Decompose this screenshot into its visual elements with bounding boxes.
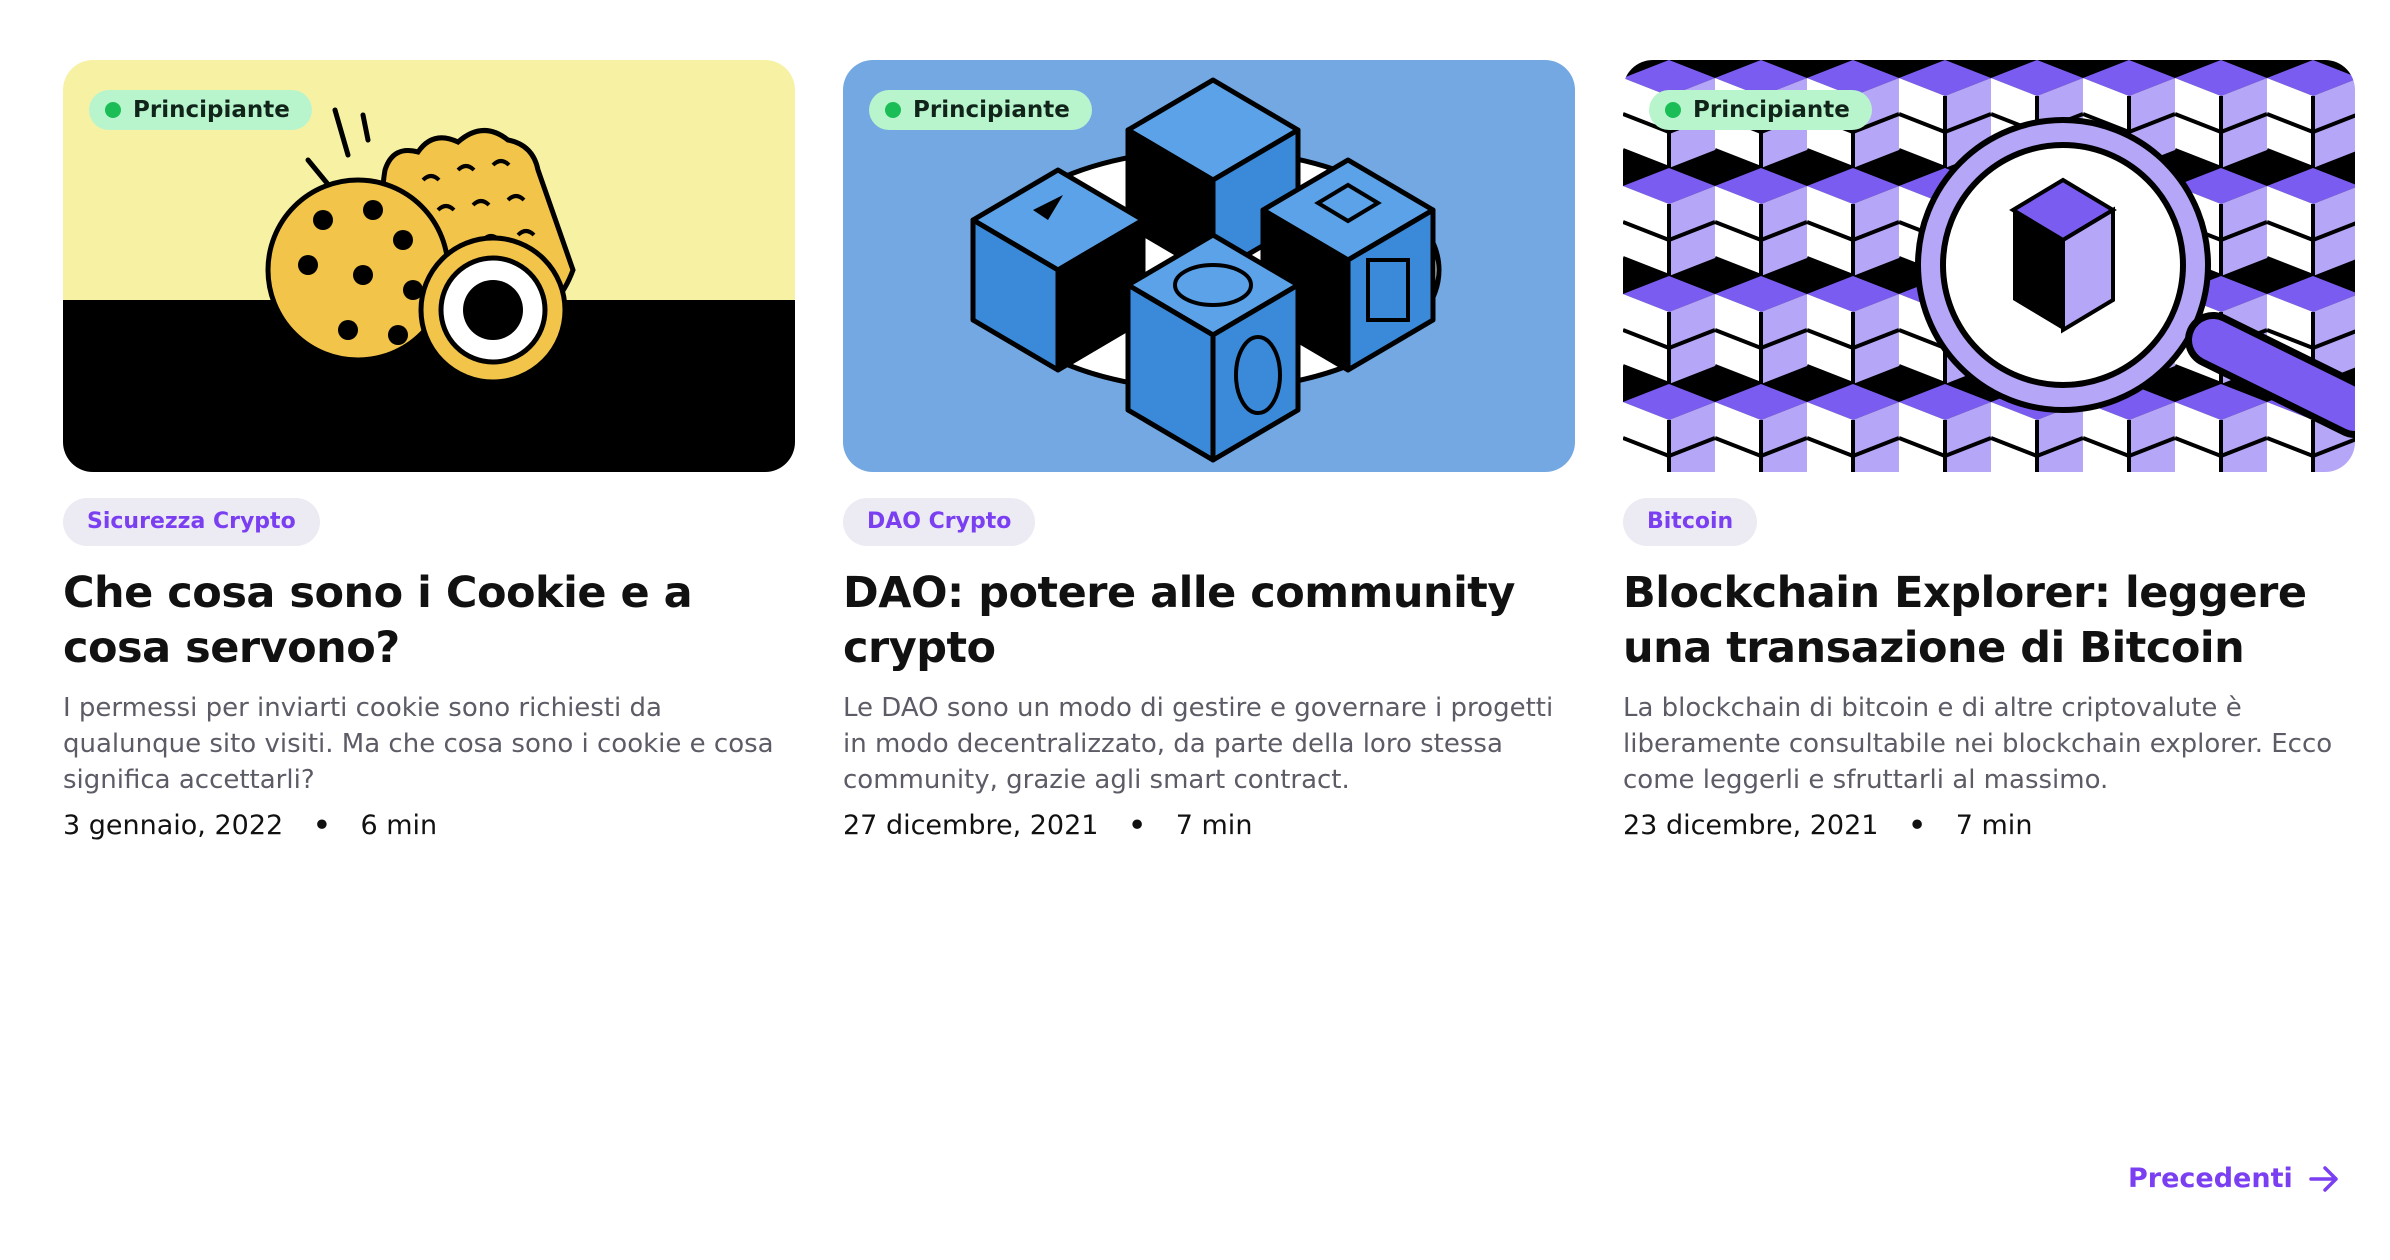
article-description: Le DAO sono un modo di gestire e governa… — [843, 693, 1554, 795]
article-description: I permessi per inviarti cookie sono rich… — [63, 693, 774, 795]
article-thumbnail[interactable]: Principiante — [1623, 60, 2355, 472]
arrow-right-icon — [2309, 1165, 2338, 1192]
level-label: Principiante — [133, 97, 290, 123]
article-title[interactable]: DAO: potere alle community crypto — [843, 566, 1575, 676]
article-thumbnail[interactable]: Principiante — [843, 60, 1575, 472]
level-dot-icon — [105, 102, 121, 118]
read-time: 6 min — [360, 810, 438, 841]
article-description: La blockchain di bitcoin e di altre crip… — [1623, 693, 2333, 795]
category-tag[interactable]: Bitcoin — [1623, 498, 1758, 546]
level-dot-icon — [885, 102, 901, 118]
article-grid: Principiante Sicurezza Crypto Che cosa s… — [63, 60, 2355, 841]
meta-separator: • — [313, 810, 331, 841]
meta-separator: • — [1908, 810, 1926, 841]
article-title[interactable]: Blockchain Explorer: leggere una transaz… — [1623, 566, 2355, 676]
level-badge: Principiante — [89, 90, 312, 130]
read-time: 7 min — [1955, 810, 2033, 841]
article-card[interactable]: Principiante Bitcoin Blockchain Explorer… — [1623, 60, 2355, 841]
read-time: 7 min — [1175, 810, 1253, 841]
level-dot-icon — [1665, 102, 1681, 118]
meta-separator: • — [1128, 810, 1146, 841]
article-date: 3 gennaio, 2022 — [63, 810, 284, 841]
article-thumbnail[interactable]: Principiante — [63, 60, 795, 472]
level-label: Principiante — [913, 97, 1070, 123]
article-date: 27 dicembre, 2021 — [843, 810, 1099, 841]
previous-page-link[interactable]: Precedenti — [2128, 1163, 2339, 1194]
category-tag[interactable]: DAO Crypto — [843, 498, 1036, 546]
level-badge: Principiante — [869, 90, 1092, 130]
article-meta: 3 gennaio, 2022 • 6 min — [63, 810, 795, 841]
article-card[interactable]: Principiante DAO Crypto DAO: potere alle… — [843, 60, 1575, 841]
article-date: 23 dicembre, 2021 — [1623, 810, 1879, 841]
category-tag[interactable]: Sicurezza Crypto — [63, 498, 320, 546]
level-badge: Principiante — [1649, 90, 1872, 130]
article-title[interactable]: Che cosa sono i Cookie e a cosa servono? — [63, 566, 795, 676]
article-card[interactable]: Principiante Sicurezza Crypto Che cosa s… — [63, 60, 795, 841]
article-meta: 27 dicembre, 2021 • 7 min — [843, 810, 1575, 841]
level-label: Principiante — [1693, 97, 1850, 123]
article-meta: 23 dicembre, 2021 • 7 min — [1623, 810, 2355, 841]
previous-page-label: Precedenti — [2128, 1163, 2293, 1194]
